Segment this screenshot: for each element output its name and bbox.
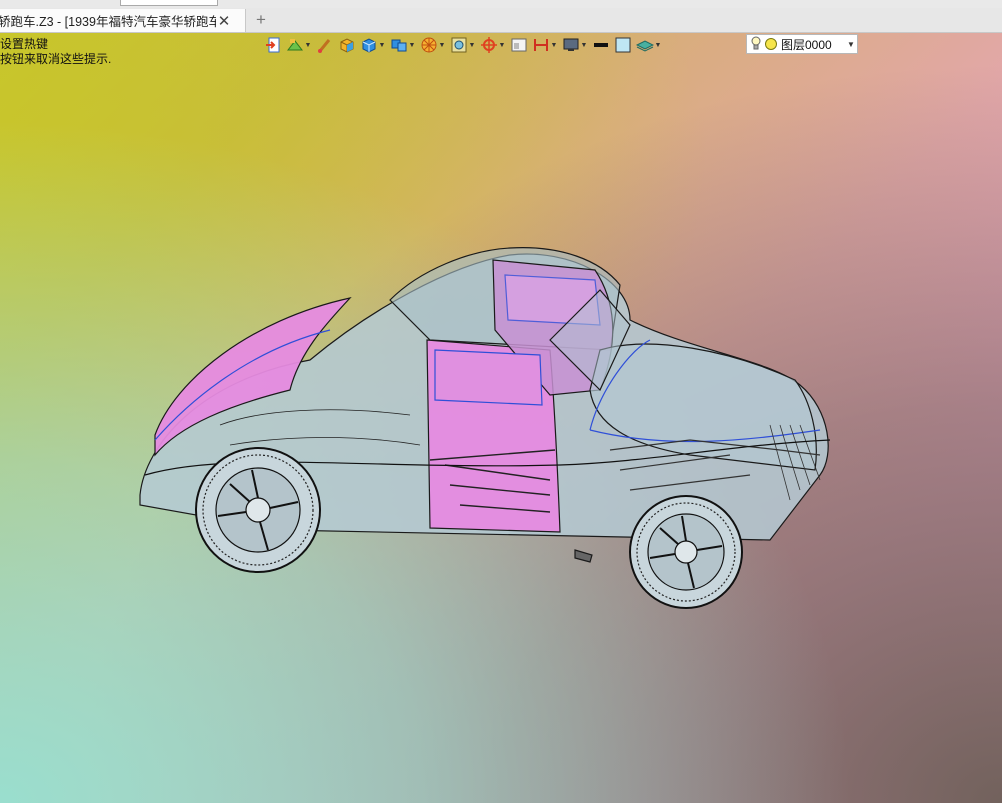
fill-color-icon[interactable] — [614, 35, 632, 55]
layer-color-icon — [765, 38, 777, 50]
chevron-down-icon[interactable]: ▼ — [304, 35, 312, 55]
chevron-down-icon[interactable]: ▼ — [654, 35, 662, 55]
car-model[interactable] — [130, 240, 850, 620]
section-view-icon[interactable]: ▼ — [450, 35, 476, 55]
add-tab-icon[interactable]: + — [252, 10, 270, 29]
target-icon[interactable]: ▼ — [480, 35, 506, 55]
chevron-down-icon[interactable]: ▼ — [378, 35, 386, 55]
chevron-down-icon[interactable]: ▼ — [580, 35, 588, 55]
document-tab-label: 轿跑车.Z3 - [1939年福特汽车豪华轿跑车] — [0, 15, 216, 29]
hint-text: 设置热键 按钮来取消这些提示. — [0, 37, 111, 67]
hint-line-1: 设置热键 — [0, 37, 49, 51]
document-tab-bar: 轿跑车.Z3 - [1939年福特汽车豪华轿跑车] ✕ + — [0, 8, 1002, 33]
chevron-down-icon[interactable]: ▼ — [468, 35, 476, 55]
chevron-down-icon[interactable]: ▼ — [845, 40, 857, 49]
brush-icon[interactable] — [316, 35, 334, 55]
chevron-down-icon[interactable]: ▼ — [498, 35, 506, 55]
document-tab[interactable]: 轿跑车.Z3 - [1939年福特汽车豪华轿跑车] ✕ — [0, 9, 246, 32]
view-toolbar: ▼ ▼ ▼ ▼ ▼ ▼ ▼ ▼ ▼ — [264, 34, 666, 56]
chevron-down-icon[interactable]: ▼ — [550, 35, 558, 55]
command-input-fragment[interactable] — [120, 0, 218, 6]
hint-line-2: 按钮来取消这些提示. — [0, 52, 112, 66]
chevron-down-icon[interactable]: ▼ — [408, 35, 416, 55]
import-icon[interactable] — [264, 35, 282, 55]
layer-stack-icon[interactable]: ▼ — [636, 35, 662, 55]
window-icon[interactable] — [510, 35, 528, 55]
cube-view-icon[interactable]: ▼ — [360, 35, 386, 55]
layer-selector[interactable]: 图层0000 ▼ — [746, 34, 858, 54]
surface-shade-icon[interactable]: ▼ — [286, 35, 312, 55]
line-color-icon[interactable] — [592, 35, 610, 55]
lightbulb-icon[interactable] — [751, 36, 761, 53]
dimension-icon[interactable]: ▼ — [532, 35, 558, 55]
render-wheel-icon[interactable]: ▼ — [420, 35, 446, 55]
solid-box-icon[interactable] — [338, 35, 356, 55]
close-icon[interactable]: ✕ — [216, 13, 232, 30]
chevron-down-icon[interactable]: ▼ — [438, 35, 446, 55]
layer-name: 图层0000 — [781, 37, 832, 52]
multi-cube-icon[interactable]: ▼ — [390, 35, 416, 55]
display-monitor-icon[interactable]: ▼ — [562, 35, 588, 55]
